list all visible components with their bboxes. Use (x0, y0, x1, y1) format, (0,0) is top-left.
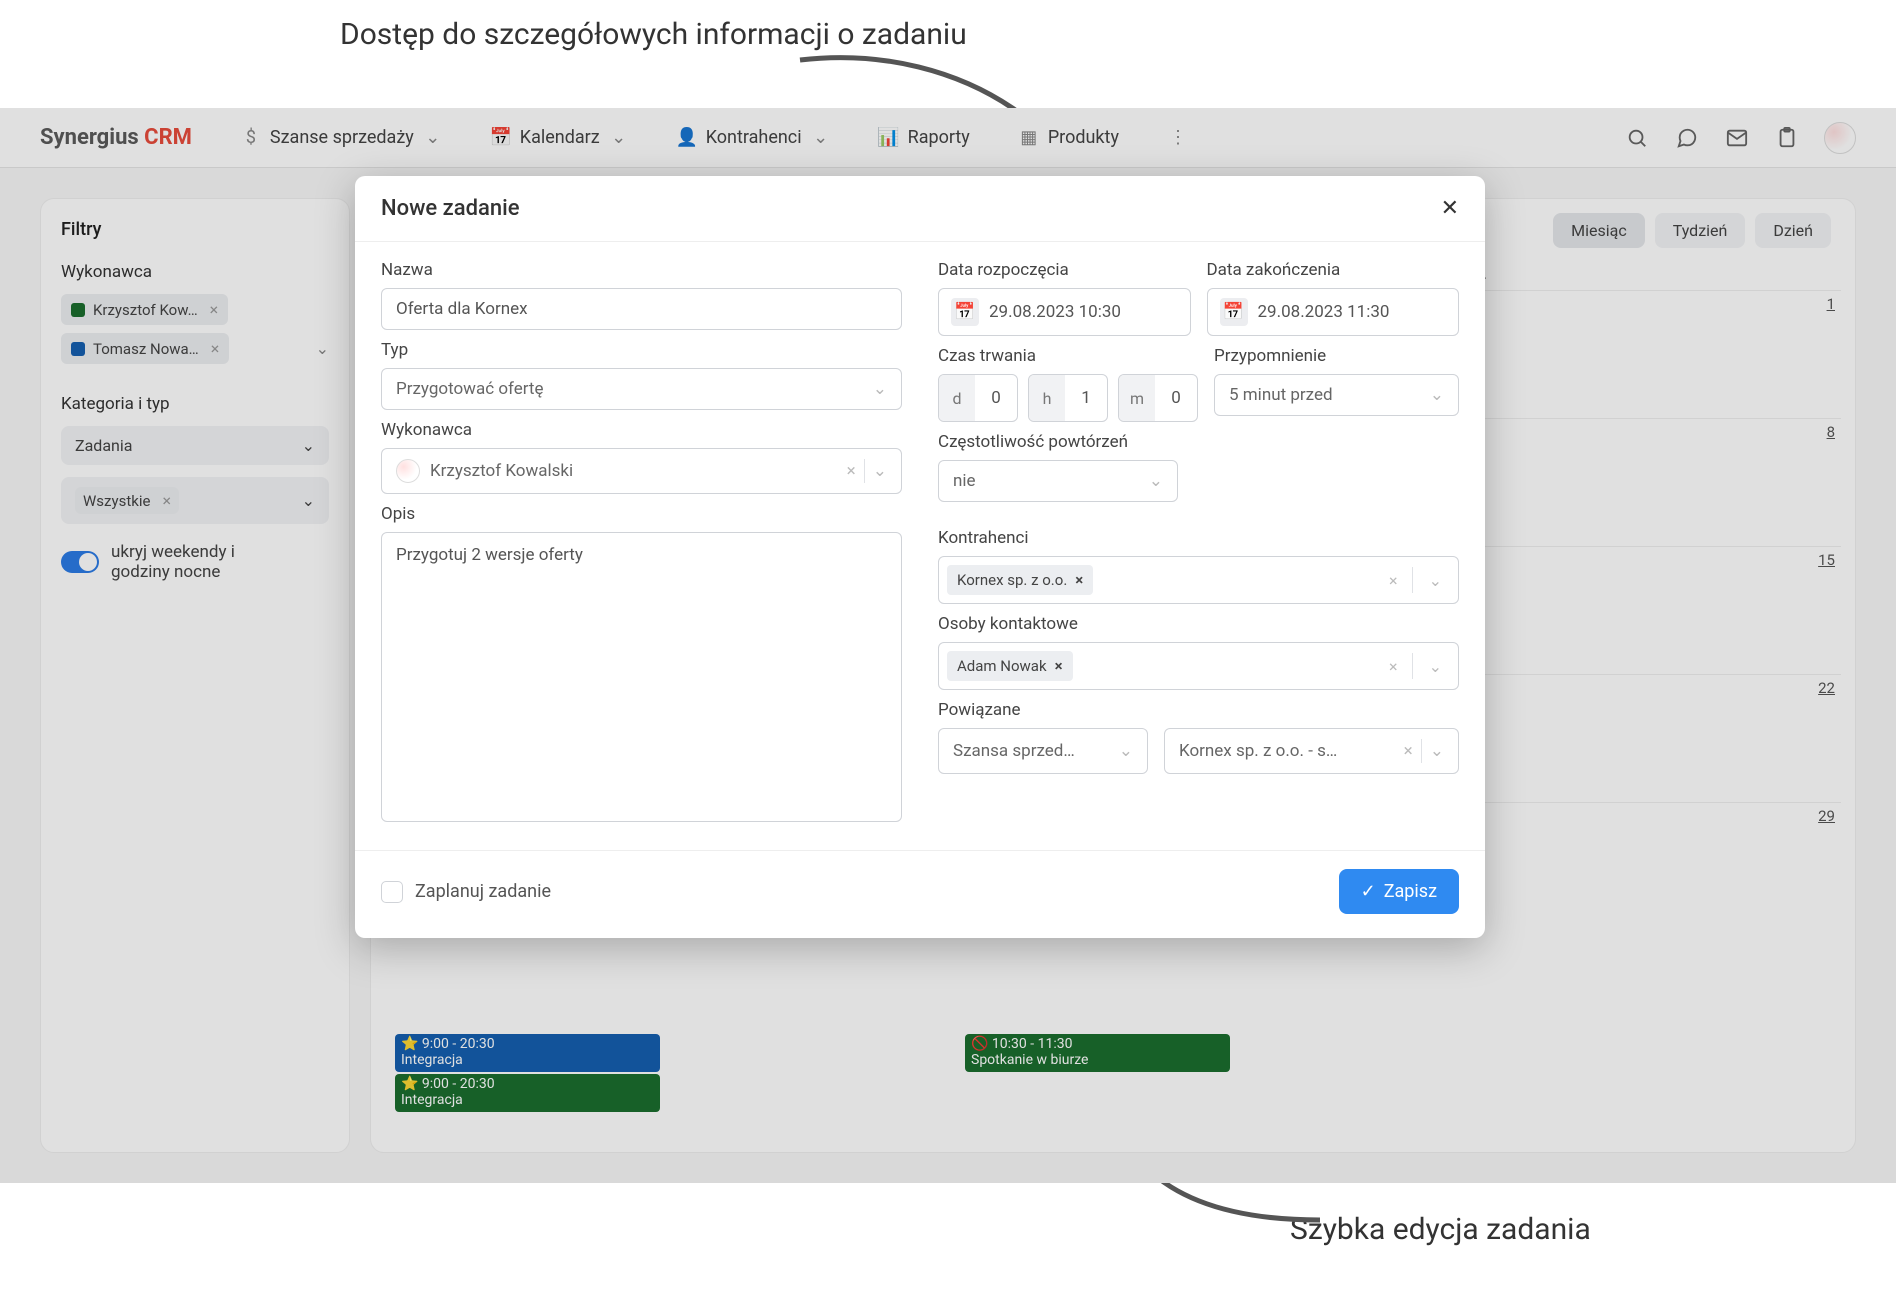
annotation-bottom: Szybka edycja zadania (1290, 1210, 1591, 1249)
label-nazwa: Nazwa (381, 260, 902, 280)
label-typ: Typ (381, 340, 902, 360)
close-button[interactable]: ✕ (1441, 196, 1459, 221)
label-opis: Opis (381, 504, 902, 524)
select-value: Szansa sprzed… (953, 741, 1075, 761)
label-data-end: Data zakończenia (1207, 260, 1460, 280)
input-nazwa[interactable]: Oferta dla Kornex (381, 288, 902, 330)
save-button[interactable]: ✓ Zapisz (1339, 869, 1459, 914)
chevron-down-icon: ⌄ (873, 379, 887, 399)
label-powiazane: Powiązane (938, 700, 1459, 720)
calendar-icon: 📅 (1220, 298, 1248, 326)
select-powiazane-typ[interactable]: Szansa sprzed… ⌄ (938, 728, 1148, 774)
chevron-down-icon: ⌄ (1119, 741, 1133, 761)
select-powiazane-obj[interactable]: Kornex sp. z o.o. - s… × ⌄ (1164, 728, 1459, 774)
avatar (396, 459, 420, 483)
select-reminder[interactable]: 5 minut przed ⌄ (1214, 374, 1459, 416)
new-task-modal: Nowe zadanie ✕ Nazwa Oferta dla Kornex T… (355, 176, 1485, 938)
select-value: nie (953, 471, 976, 491)
select-value: Przygotować ofertę (396, 379, 544, 399)
date-value: 29.08.2023 11:30 (1258, 302, 1390, 322)
select-osoby[interactable]: Adam Nowak× × ⌄ (938, 642, 1459, 690)
label-duration: Czas trwania (938, 346, 1198, 366)
select-value: Kornex sp. z o.o. - s… (1179, 741, 1337, 761)
modal-title: Nowe zadanie (381, 196, 520, 221)
select-typ[interactable]: Przygotować ofertę ⌄ (381, 368, 902, 410)
checkbox-zaplanuj[interactable]: Zaplanuj zadanie (381, 881, 551, 903)
remove-icon[interactable]: × (1055, 657, 1063, 675)
app-container: Synergius CRM $ Szanse sprzedaży ⌄ 📅 Kal… (0, 108, 1896, 1183)
chevron-down-icon: ⌄ (1430, 741, 1444, 761)
calendar-icon: 📅 (951, 298, 979, 326)
remove-icon[interactable]: × (1075, 571, 1083, 589)
input-date-start[interactable]: 📅 29.08.2023 10:30 (938, 288, 1191, 336)
label-osoby: Osoby kontaktowe (938, 614, 1459, 634)
annotation-top: Dostęp do szczegółowych informacji o zad… (340, 15, 967, 54)
select-frequency[interactable]: nie ⌄ (938, 460, 1178, 502)
checkbox-label: Zaplanuj zadanie (415, 881, 551, 902)
tag-kontrahent[interactable]: Kornex sp. z o.o.× (947, 565, 1093, 595)
chevron-down-icon: ⌄ (1430, 385, 1444, 405)
clear-icon[interactable]: × (1383, 571, 1404, 590)
select-value: 5 minut przed (1229, 385, 1333, 405)
checkbox[interactable] (381, 881, 403, 903)
clear-icon[interactable]: × (1404, 741, 1413, 761)
label-reminder: Przypomnienie (1214, 346, 1459, 366)
clear-icon[interactable]: × (847, 461, 856, 481)
dur-days[interactable]: d0 (938, 374, 1018, 422)
clear-icon[interactable]: × (1383, 657, 1404, 676)
label-kontrahenci: Kontrahenci (938, 528, 1459, 548)
textarea-opis[interactable]: Przygotuj 2 wersje oferty (381, 532, 902, 822)
select-value: Krzysztof Kowalski (430, 461, 573, 481)
dur-hours[interactable]: h1 (1028, 374, 1108, 422)
chevron-down-icon: ⌄ (1149, 471, 1163, 491)
chevron-down-icon[interactable]: ⌄ (1421, 657, 1450, 676)
tag-osoba[interactable]: Adam Nowak× (947, 651, 1073, 681)
chevron-down-icon: ⌄ (873, 461, 887, 481)
input-date-end[interactable]: 📅 29.08.2023 11:30 (1207, 288, 1460, 336)
chevron-down-icon[interactable]: ⌄ (1421, 571, 1450, 590)
select-wykonawca[interactable]: Krzysztof Kowalski × ⌄ (381, 448, 902, 494)
select-kontrahenci[interactable]: Kornex sp. z o.o.× × ⌄ (938, 556, 1459, 604)
label-data-start: Data rozpoczęcia (938, 260, 1191, 280)
check-icon: ✓ (1361, 881, 1376, 902)
dur-minutes[interactable]: m0 (1118, 374, 1198, 422)
save-label: Zapisz (1384, 881, 1437, 902)
date-value: 29.08.2023 10:30 (989, 302, 1121, 322)
label-wykonawca: Wykonawca (381, 420, 902, 440)
label-frequency: Częstotliwość powtórzeń (938, 432, 1459, 452)
